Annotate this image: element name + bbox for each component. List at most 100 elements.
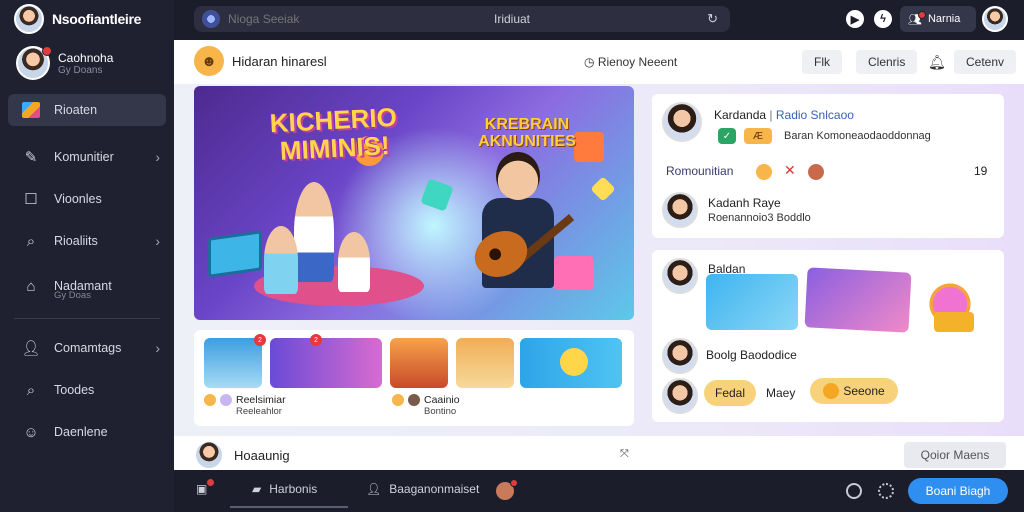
header-button-1[interactable]: Flk <box>802 50 842 74</box>
bottom-strip: Hoaaunig ⤧ Qoior Maens <box>174 436 1024 470</box>
thumbnail-caption: Reelsimiar <box>204 394 286 406</box>
tab-harbonis[interactable]: ▰ Harbonis <box>252 482 317 496</box>
sidebar-item-rioaliits[interactable]: ⌕ Rioaliits › <box>0 220 174 262</box>
search-center-label: Iridiuat <box>494 12 531 26</box>
user-icon: 👤︎ <box>21 340 41 357</box>
main-header: ☻ Hidaran hinaresl ◷ Rienoy Neeent Flk C… <box>174 40 1024 84</box>
card-avatar <box>662 338 698 374</box>
smile-icon: ☺ <box>23 423 39 441</box>
tag-pill[interactable]: Fedal <box>704 380 756 406</box>
sidebar-item-label: Daenlene <box>54 425 108 439</box>
thumbnail[interactable]: 2 <box>204 334 266 388</box>
sidebar-item-toodes[interactable]: ⌕ Toodes <box>0 369 174 411</box>
hero-banner[interactable]: KICHERIO MIMINIS! KREBRAIN AKNUNITIES <box>194 86 634 320</box>
flag-icon <box>22 102 40 118</box>
card-title-name: Kardanda <box>714 108 767 122</box>
play-icon[interactable]: ▶ <box>846 10 864 28</box>
card-name: Maey <box>766 386 796 400</box>
header-button-3[interactable]: Cetenv <box>954 50 1017 74</box>
topbar: Iridiuat ↻ ▶ ϟ 👥︎ Narnia <box>174 0 1024 40</box>
count-label: 19 <box>974 164 988 178</box>
coin-icon <box>392 394 404 406</box>
brand[interactable]: Nsoofiantleire <box>14 4 141 34</box>
brand-title: Nsoofiantleire <box>52 11 142 27</box>
bottom-badge <box>510 479 518 487</box>
page-title: Hidaran hinaresl <box>232 54 327 69</box>
tab-label: Harbonis <box>269 482 318 496</box>
thumbnail[interactable] <box>520 338 622 388</box>
notification-badge <box>917 10 926 19</box>
bottom-avatar[interactable] <box>496 479 518 500</box>
profile[interactable]: Caohnoha Gy Doans <box>16 46 113 80</box>
tab-baaganon[interactable]: 👤︎ Baaganonmaiset <box>366 482 479 496</box>
check-icon: ✓ <box>718 128 736 144</box>
thumbnail[interactable] <box>456 338 514 388</box>
card-subline: Baran Komoneaodaoddonnag <box>784 130 931 142</box>
clock-icon: ◷ <box>584 55 598 69</box>
header-meta: ◷ Rienoy Neeent <box>584 55 677 69</box>
hero-subtitle: KREBRAIN AKNUNITIES <box>478 116 576 150</box>
kid-figure <box>264 226 298 294</box>
sidebar-item-rioaten[interactable]: Rioaten <box>8 94 166 126</box>
avatar-icon <box>408 394 420 406</box>
home-icon: ⌂ <box>26 277 36 295</box>
shuffle-icon[interactable]: ⤧ <box>620 448 629 461</box>
profile-sub: Gy Doans <box>58 64 103 76</box>
card-title-tag: Radio Snlcaoo <box>775 108 854 122</box>
search-bar[interactable]: Iridiuat ↻ <box>194 6 730 32</box>
close-icon[interactable]: ✕ <box>784 162 796 179</box>
sidebar-item-label: Vioonles <box>54 192 102 206</box>
boy-head <box>496 152 540 200</box>
profile-card[interactable]: Kardanda | Radio Snlcaoo ✓ Æ Baran Komon… <box>652 94 1004 238</box>
gear-icon[interactable] <box>878 483 894 499</box>
kid-figure <box>338 232 370 292</box>
thumbnail-caption: Caainio <box>392 394 460 406</box>
primary-button[interactable]: Boani Biagh <box>908 478 1008 504</box>
sidebar: Nsoofiantleire Caohnoha Gy Doans Rioaten… <box>0 0 174 512</box>
thumbnail[interactable]: 2 <box>270 334 382 388</box>
media-thumbnail[interactable] <box>804 267 912 333</box>
activity-card[interactable]: Baldan Boolg Baododice Fedal Maey Seeone <box>652 250 1004 422</box>
sidebar-item-daenlene[interactable]: ☺ Daenlene <box>0 411 174 453</box>
avatar-icon <box>220 394 232 406</box>
community-label: Romounitian <box>666 164 734 178</box>
thumbnail[interactable] <box>390 338 448 388</box>
sidebar-item-nadamant[interactable]: ⌂ Nadamant Gy Doas <box>0 262 174 310</box>
tag-icon: Æ <box>744 128 772 144</box>
bell-icon[interactable]: 🔔︎ <box>928 54 946 71</box>
strip-avatar <box>194 440 224 470</box>
sidebar-item-komunitier[interactable]: ✎ Komunitier › <box>0 136 174 178</box>
lightning-icon[interactable]: ϟ <box>874 10 892 28</box>
user-pill[interactable]: 👥︎ Narnia <box>900 6 976 32</box>
brand-avatar <box>14 4 44 34</box>
sidebar-item-label: Toodes <box>54 383 95 397</box>
bottom-bar: ▣ ▰ Harbonis 👤︎ Baaganonmaiset Boani Bia… <box>174 470 1024 512</box>
card-name: Kadanh Raye <box>708 196 781 210</box>
thumbnail-panel: 2 2 Reelsimiar Reeleahlor Caainio Bontin… <box>194 330 634 426</box>
card-title: Kardanda | Radio Snlcaoo <box>714 108 854 122</box>
header-button-2[interactable]: Clenris <box>856 50 918 74</box>
search-input[interactable] <box>228 12 468 26</box>
refresh-icon[interactable]: ↻ <box>707 11 718 27</box>
tag-pill-label: Seeone <box>843 384 885 398</box>
box-icon: ☐ <box>24 191 38 208</box>
channel-icon: ☻ <box>194 46 224 76</box>
tag-pill[interactable]: Seeone <box>810 378 898 404</box>
sidebar-item-label: Comamtags <box>54 341 122 355</box>
image-icon: ▣ <box>196 478 216 496</box>
user-avatar[interactable] <box>982 6 1008 32</box>
avatar-icon <box>496 479 518 500</box>
sun-icon <box>560 348 588 376</box>
header-meta-label: Rienoy Neeent <box>597 55 678 69</box>
profile-name: Caohnoha <box>58 50 114 65</box>
strip-button[interactable]: Qoior Maens <box>904 442 1006 468</box>
bottom-item-media[interactable]: ▣ <box>196 478 216 496</box>
thumbnail-caption-text: Reelsimiar <box>236 394 286 406</box>
media-thumbnail[interactable] <box>706 274 798 330</box>
settings-icon[interactable] <box>846 483 862 499</box>
sidebar-item-vioonles[interactable]: ☐ Vioonles <box>0 178 174 220</box>
people-icon: 👥︎ <box>908 10 926 26</box>
card-sub: Roenannoio3 Boddlo <box>708 212 811 224</box>
sidebar-item-comamtags[interactable]: 👤︎ Comamtags › <box>0 327 174 369</box>
card-title-separator: | <box>769 108 773 122</box>
